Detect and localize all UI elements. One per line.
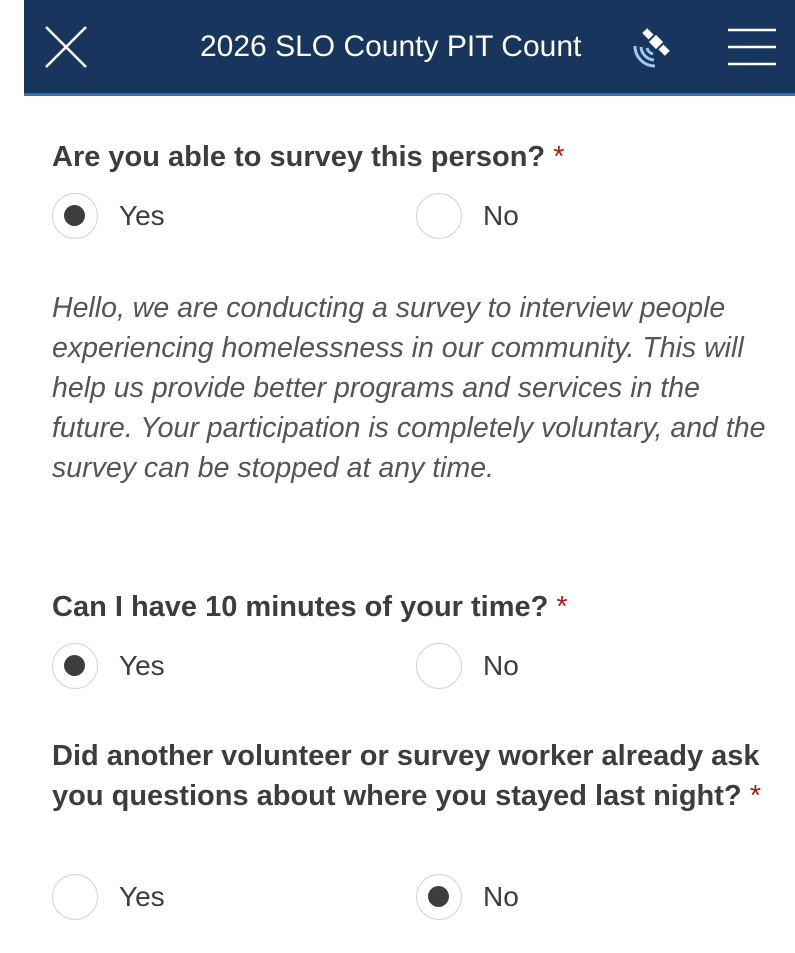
option-label: Yes [119, 200, 165, 231]
intro-paragraph: Hello, we are conducting a survey to int… [52, 292, 766, 484]
option-label: No [483, 881, 519, 912]
close-button[interactable] [43, 24, 89, 70]
close-icon [45, 26, 87, 68]
option-no-already-asked[interactable]: No [416, 874, 716, 922]
required-marker: * [553, 141, 565, 173]
radio-selected-dot [64, 205, 85, 226]
radio-button[interactable] [52, 643, 98, 689]
satellite-gps-icon[interactable] [625, 20, 681, 76]
question-ten-minutes: Can I have 10 minutes of your time? * [52, 587, 782, 627]
radio-button[interactable] [52, 193, 98, 239]
option-label: No [483, 200, 519, 231]
option-no-ten-minutes[interactable]: No [416, 643, 716, 691]
option-label: Yes [119, 650, 165, 681]
question-already-asked: Did another volunteer or survey worker a… [52, 736, 782, 816]
radio-button[interactable] [416, 193, 462, 239]
question-able-to-survey: Are you able to survey this person? * [52, 137, 782, 177]
question-text: Are you able to survey this person? [52, 141, 546, 173]
question-text: Did another volunteer or survey worker a… [52, 740, 760, 812]
radio-button[interactable] [416, 643, 462, 689]
hamburger-menu-icon [728, 28, 776, 66]
required-marker: * [749, 780, 762, 812]
option-yes-ten-minutes[interactable]: Yes [52, 643, 352, 691]
menu-button[interactable] [728, 26, 776, 68]
radio-selected-dot [428, 886, 449, 907]
option-label: Yes [119, 881, 165, 912]
radio-button[interactable] [416, 874, 462, 920]
radio-selected-dot [64, 655, 85, 676]
app-header: 2026 SLO County PIT Count [24, 0, 795, 96]
survey-screen: 2026 SLO County PIT Count Are you able t… [24, 0, 795, 953]
option-no-able-to-survey[interactable]: No [416, 193, 716, 241]
question-text: Can I have 10 minutes of your time? [52, 591, 549, 623]
required-marker: * [556, 591, 568, 623]
option-yes-able-to-survey[interactable]: Yes [52, 193, 352, 241]
option-yes-already-asked[interactable]: Yes [52, 874, 352, 922]
option-label: No [483, 650, 519, 681]
radio-button[interactable] [52, 874, 98, 920]
page-title: 2026 SLO County PIT Count [200, 30, 582, 63]
